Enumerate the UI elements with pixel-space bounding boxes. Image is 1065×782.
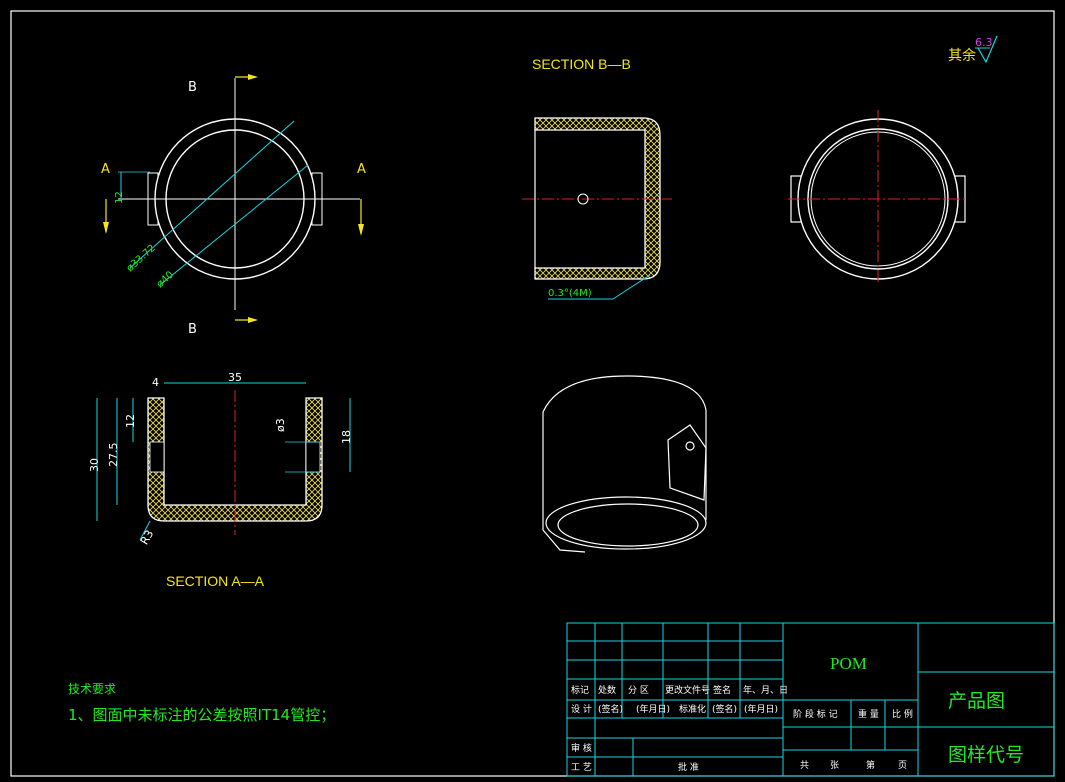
dim-r3: R3 <box>138 528 157 547</box>
notes-heading: 技术要求 <box>68 682 116 696</box>
side-view <box>788 110 968 285</box>
design-1: (签名) <box>598 703 623 715</box>
review-label: 审 核 <box>571 742 592 754</box>
material: POM <box>830 654 867 673</box>
process-label: 工 艺 <box>571 762 592 773</box>
cut-label-a-right: A <box>357 162 366 177</box>
drawing-sheet: B B A A 12 ø33.72 ø40 35 4 30 27.5 12 18… <box>10 10 1055 777</box>
drawing-name: 产品图 <box>948 690 1005 712</box>
hdr-1: 处数 <box>598 684 616 696</box>
top-view: B B A A 12 ø33.72 ø40 <box>101 74 366 337</box>
isometric-view <box>542 375 707 553</box>
sheet-total: 共 <box>800 760 809 771</box>
surface-finish-label: 其余 <box>948 47 976 64</box>
hdr-5: 年、月、日 <box>743 684 788 696</box>
dim-35: 35 <box>228 371 242 384</box>
scale-label: 比 例 <box>892 708 913 720</box>
sheet-unit: 张 <box>830 760 839 771</box>
sheet-page: 页 <box>898 760 907 771</box>
surface-finish-symbol: 其余 6.3 <box>948 35 998 64</box>
section-aa-title: SECTION A—A <box>166 573 265 589</box>
hdr-3: 更改文件号 <box>665 684 710 696</box>
dim-phi33: ø33.72 <box>125 243 158 274</box>
hdr-2: 分 区 <box>628 685 649 696</box>
drawing-code: 图样代号 <box>948 744 1024 766</box>
dim-phi3: ø3 <box>274 418 287 432</box>
dim-12-top: 12 <box>114 191 125 204</box>
approve-label: 批 准 <box>678 761 699 773</box>
section-aa-view: 35 4 30 27.5 12 18 ø3 R3 SECTION A—A <box>88 371 353 589</box>
dim-30: 30 <box>88 458 101 472</box>
dim-phi40: ø40 <box>155 269 176 290</box>
design-5: (年月日) <box>744 703 778 715</box>
section-bb-view: SECTION B—B 0.3°(4M) <box>522 56 672 300</box>
design-4: (签名) <box>712 703 737 715</box>
weight-label: 重 量 <box>858 708 879 720</box>
dim-12-section: 12 <box>124 414 137 428</box>
section-bb-title: SECTION B—B <box>532 56 631 72</box>
dim-18: 18 <box>340 430 353 444</box>
dim-4: 4 <box>152 376 159 389</box>
title-block: POM 产品图 图样代号 标记 处数 分 区 更改文件号 签名 年、月、日 设 … <box>566 622 1055 777</box>
sheet-no: 第 <box>866 759 875 771</box>
surface-finish-value: 6.3 <box>975 36 993 49</box>
dim-27-5: 27.5 <box>107 443 120 468</box>
design-3: 标准化 <box>679 703 706 715</box>
hdr-0: 标记 <box>571 684 589 696</box>
notes-item-1: 1、图面中未标注的公差按照IT14管控； <box>68 706 335 724</box>
cut-label-a-left: A <box>101 162 110 177</box>
dim-wall: 0.3°(4M) <box>548 288 592 299</box>
cut-label-b-bottom: B <box>188 322 197 337</box>
cut-label-b-top: B <box>188 80 197 95</box>
hdr-4: 签名 <box>713 684 731 696</box>
design-2: (年月日) <box>636 703 670 715</box>
technical-notes: 技术要求 1、图面中未标注的公差按照IT14管控； <box>68 682 335 724</box>
stage-label: 阶 段 标 记 <box>793 708 838 720</box>
design-0: 设 计 <box>571 703 592 715</box>
